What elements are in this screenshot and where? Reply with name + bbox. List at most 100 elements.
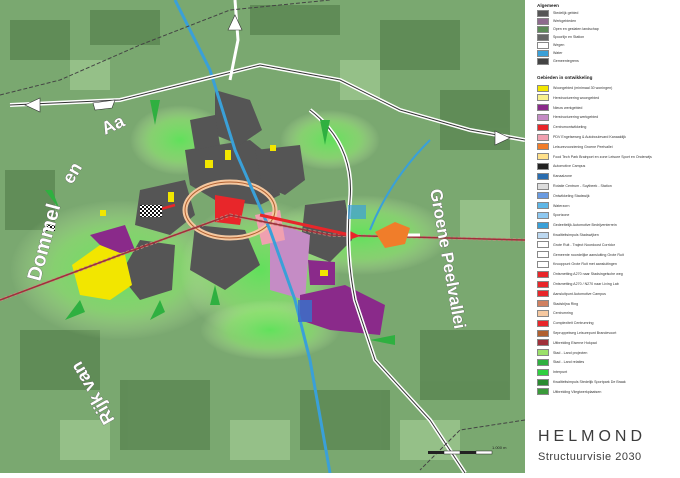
legend-swatch — [537, 84, 549, 92]
legend-label: Kanaalzone — [553, 174, 572, 179]
legend-item: Leisurevoorziening Groene Peelvallei — [537, 143, 613, 151]
legend-item: Herstructurering woongebied — [537, 94, 600, 102]
legend-swatch — [537, 94, 549, 102]
map-area[interactable]: Aa en Dommel Rijk van Groene Peelvallei … — [0, 0, 526, 475]
legend-item: Kwaliteitsimpuls Stedelijk Sportpark De … — [537, 378, 626, 386]
legend-swatch — [537, 153, 549, 161]
legend-label: Gedeeltelijk Automotive Bedrijventerrein — [553, 223, 617, 228]
legend-label: Stad - Land projecten — [553, 350, 588, 355]
legend-swatch — [537, 339, 549, 347]
legend-label: Spoorlijn en Station — [553, 35, 585, 39]
legend-item: Stedelijk gebied — [537, 9, 579, 17]
legend-label: Leisurevoorziening Groene Peelvallei — [553, 144, 613, 149]
legend-swatch — [537, 358, 549, 366]
legend-item: Gemeentegrens — [537, 57, 579, 65]
automotive-campus — [140, 205, 162, 217]
legend-item: Uitbreiding Vliegtwerkplaatsen — [537, 388, 602, 396]
legend-label: Stad - Land relaties — [553, 360, 585, 365]
page-subtitle: Structuurvisie 2030 — [538, 451, 642, 463]
legend-label: Complexiteit Centrumring — [553, 321, 594, 326]
legend-swatch — [537, 309, 549, 317]
legend-swatch — [537, 123, 549, 131]
legend-item: Grote Ruit - Traject Noordoost Corridor — [537, 241, 615, 249]
legend-item: Sportzone — [537, 211, 569, 219]
legend-label: Herstructurering woongebied — [553, 95, 600, 100]
legend-label: Ontwikkeling Stadswijk — [553, 193, 590, 198]
legend-label: Herstructurering werkgebied — [553, 115, 599, 120]
legend-item: Ontsmetting A270 / N270 naar Living Lab — [537, 280, 619, 288]
legend-label: Woongebied (minimaal 30 woningen) — [553, 86, 613, 90]
page-title: HELMOND — [538, 428, 647, 445]
legend-item: Aansluitpunt Automotive Campus — [537, 290, 606, 298]
legend-item: Interpunt — [537, 368, 567, 376]
legend-item: Werkgebieden — [537, 17, 577, 25]
legend-swatch — [537, 319, 549, 327]
legend-item: Ontwikkeling Stadswijk — [537, 192, 590, 200]
legend-swatch — [537, 57, 549, 65]
legend-item: Wegen — [537, 41, 564, 49]
legend-panel: Algemeen Stedelijk gebied Werkgebieden Ope… — [527, 0, 680, 473]
legend-swatch — [537, 280, 549, 288]
legend-item: PDV Engelseweg & Autoboulevard Kanaaldij… — [537, 133, 626, 141]
legend-label: PDV Engelseweg & Autoboulevard Kanaaldij… — [553, 135, 626, 139]
legend-item: Sepruppelweg Leisurepunt Brandevoort — [537, 329, 616, 337]
legend-label: Stadsbijna Ring — [553, 301, 579, 306]
scale-label: 1.000 m — [492, 445, 507, 450]
legend-item: Centrumontwikkeling — [537, 123, 587, 131]
legend-label: Kwaliteitsimpuls Stadswijken — [553, 233, 599, 237]
subtitle-text: Structuurvisie — [538, 451, 612, 463]
legend-label: Kwaliteitsimpuls Stedelijk Sportpark De … — [553, 380, 626, 384]
legend-label: Gemeente noordelijke aansluiting Grote R… — [553, 252, 624, 257]
legend-item: Uitbreiding Eiserne Hokpad — [537, 339, 597, 347]
legend-item: Herstructurering werkgebied — [537, 113, 599, 121]
legend-label: Centrumring — [553, 311, 573, 316]
legend-swatch — [537, 290, 549, 298]
legend-section-development: Gebieden in ontwikkeling — [537, 75, 593, 80]
legend-swatch — [537, 202, 549, 210]
legend-label: Open en geslaten landschap — [553, 27, 599, 31]
legend-item: Complexiteit Centrumring — [537, 319, 594, 327]
legend-item: Kwaliteitsimpuls Stadswijken — [537, 231, 599, 239]
legend-item: Gedeeltelijk Automotive Bedrijventerrein — [537, 221, 617, 229]
legend-swatch — [537, 25, 549, 33]
legend-swatch — [537, 260, 549, 268]
legend-item: Nieuw werkgebied — [537, 104, 583, 112]
map-canvas: Aa en Dommel Rijk van Groene Peelvallei … — [0, 0, 526, 475]
legend-swatch — [537, 182, 549, 190]
legend-label: Waterzorn — [553, 203, 570, 208]
legend-swatch — [537, 270, 549, 278]
legend-swatch — [537, 143, 549, 151]
legend-swatch — [537, 113, 549, 121]
legend-label: Knooppunt Grote Ruit met aansluitingen — [553, 262, 617, 267]
legend-swatch — [537, 378, 549, 386]
legend-label: Automotive Campus — [553, 164, 586, 169]
legend-label: Nieuw werkgebied — [553, 105, 583, 110]
legend-swatch — [537, 251, 549, 259]
legend-swatch — [537, 329, 549, 337]
legend-swatch — [537, 9, 549, 17]
legend-swatch — [537, 104, 549, 112]
legend-swatch — [537, 41, 549, 49]
legend-item: Rotatie Centrum - Suytbeek - Station — [537, 182, 612, 190]
legend-swatch — [537, 17, 549, 25]
legend-swatch — [537, 172, 549, 180]
legend-swatch — [537, 221, 549, 229]
legend-swatch — [537, 388, 549, 396]
legend-label: Centrumontwikkeling — [553, 125, 587, 130]
legend-label: Stedelijk gebied — [553, 11, 579, 15]
legend-swatch — [537, 300, 549, 308]
legend-item: Spoorlijn en Station — [537, 33, 585, 41]
legend-item: Gemeente noordelijke aansluiting Grote R… — [537, 251, 624, 259]
legend-swatch — [537, 211, 549, 219]
legend-swatch — [537, 133, 549, 141]
legend-label: Uitbreiding Eiserne Hokpad — [553, 340, 597, 345]
legend-label: Ontsmetting A270 / N270 naar Living Lab — [553, 282, 619, 286]
legend-label: Uitbreiding Vliegtwerkplaatsen — [553, 389, 602, 394]
legend-item: Water — [537, 49, 562, 57]
legend-label: Werkgebieden — [553, 19, 577, 23]
legend-swatch — [537, 241, 549, 249]
legend-item: Centrumring — [537, 309, 573, 317]
legend-item: Stadsbijna Ring — [537, 300, 579, 308]
legend-item: Food Tech Park Brainport en zone Leisure… — [537, 153, 652, 161]
legend-item: Waterzorn — [537, 202, 570, 210]
